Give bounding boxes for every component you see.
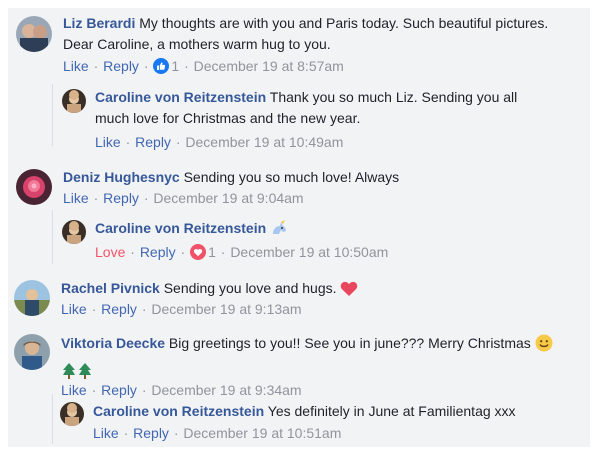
comment-author[interactable]: Liz Berardi <box>63 15 135 31</box>
separator-dot: · <box>141 301 147 317</box>
separator-dot: · <box>91 301 97 317</box>
like-button[interactable]: Like <box>63 190 89 206</box>
smile-icon <box>535 334 553 359</box>
comment-author[interactable]: Viktoria Deecke <box>61 335 165 351</box>
reply-button[interactable]: Reply <box>103 190 139 206</box>
separator-dot: · <box>93 190 99 206</box>
comment-timestamp[interactable]: December 19 at 9:13am <box>151 301 301 317</box>
comment-author[interactable]: Rachel Pivnick <box>61 280 160 296</box>
separator-dot: · <box>123 425 129 441</box>
separator-dot: · <box>93 58 99 74</box>
separator-dot: · <box>125 134 131 150</box>
comment-text: Yes definitely in June at Familientag xx… <box>267 403 516 419</box>
comment-timestamp[interactable]: December 19 at 10:50am <box>230 244 388 260</box>
separator-dot: · <box>143 58 149 74</box>
love-reaction-button[interactable]: Love <box>95 244 125 260</box>
comment-author[interactable]: Caroline von Reitzenstein <box>95 89 266 105</box>
comment-author[interactable]: Caroline von Reitzenstein <box>93 403 264 419</box>
separator-dot: · <box>220 244 226 260</box>
separator-dot: · <box>180 244 186 260</box>
comment-author[interactable]: Deniz Hughesnyc <box>63 169 180 185</box>
avatar[interactable] <box>16 16 52 52</box>
reply-caroline-1: Caroline von Reitzenstein Thank you so m… <box>8 84 590 150</box>
reply-caroline-3: Caroline von Reitzenstein Yes definitely… <box>8 394 590 444</box>
separator-dot: · <box>184 58 189 74</box>
unicorn-icon <box>270 219 288 243</box>
comment-viktoria-deecke: Viktoria Deecke Big greetings to you!! S… <box>8 326 590 398</box>
reply-button[interactable]: Reply <box>140 244 176 260</box>
comment-text-line2: much love for Christmas and the new year… <box>95 110 361 126</box>
like-button[interactable]: Like <box>63 58 89 74</box>
comments-panel: Liz Berardi My thoughts are with you and… <box>8 8 590 447</box>
reply-button[interactable]: Reply <box>103 58 139 74</box>
comment-text-line2: Dear Caroline, a mothers warm hug to you… <box>63 36 331 52</box>
love-reaction-icon[interactable] <box>190 244 207 265</box>
separator-dot: · <box>143 190 149 206</box>
comment-timestamp[interactable]: December 19 at 10:49am <box>185 134 343 150</box>
like-button[interactable]: Like <box>93 425 119 441</box>
comment-rachel-pivnick: Rachel Pivnick Sending you love and hugs… <box>8 274 590 324</box>
avatar[interactable] <box>14 334 50 370</box>
comment-text: Big greetings to you!! See you in june??… <box>168 335 531 351</box>
comment-text: Sending you so much love! Always <box>183 169 400 185</box>
reply-button[interactable]: Reply <box>133 425 169 441</box>
comment-text: Thank you so much Liz. Sending you all <box>269 89 518 105</box>
reply-caroline-2: Caroline von Reitzenstein Love · Reply ·… <box>8 210 590 264</box>
avatar[interactable] <box>16 169 52 205</box>
separator-dot: · <box>175 134 181 150</box>
separator-dot: · <box>130 244 135 260</box>
comment-deniz-hughesnyc: Deniz Hughesnyc Sending you so much love… <box>8 163 590 213</box>
like-button[interactable]: Like <box>95 134 121 150</box>
comment-author[interactable]: Caroline von Reitzenstein <box>95 220 266 236</box>
comment-timestamp[interactable]: December 19 at 10:51am <box>183 425 341 441</box>
like-reaction-icon[interactable] <box>153 58 170 79</box>
reply-button[interactable]: Reply <box>135 134 171 150</box>
like-button[interactable]: Like <box>61 301 87 317</box>
reaction-count[interactable]: 1 <box>171 58 179 74</box>
comment-timestamp[interactable]: December 19 at 8:57am <box>194 58 344 74</box>
comment-text: Sending you love and hugs. <box>163 280 337 296</box>
comment-text: My thoughts are with you and Paris today… <box>139 15 549 31</box>
avatar[interactable] <box>14 280 50 316</box>
heart-icon <box>340 281 358 303</box>
comment-timestamp[interactable]: December 19 at 9:04am <box>153 190 303 206</box>
reaction-count[interactable]: 1 <box>208 244 216 260</box>
avatar[interactable] <box>62 220 86 244</box>
separator-dot: · <box>173 425 179 441</box>
avatar[interactable] <box>62 89 86 113</box>
avatar[interactable] <box>60 402 84 426</box>
comment-liz-berardi: Liz Berardi My thoughts are with you and… <box>8 8 590 88</box>
reply-button[interactable]: Reply <box>101 301 137 317</box>
